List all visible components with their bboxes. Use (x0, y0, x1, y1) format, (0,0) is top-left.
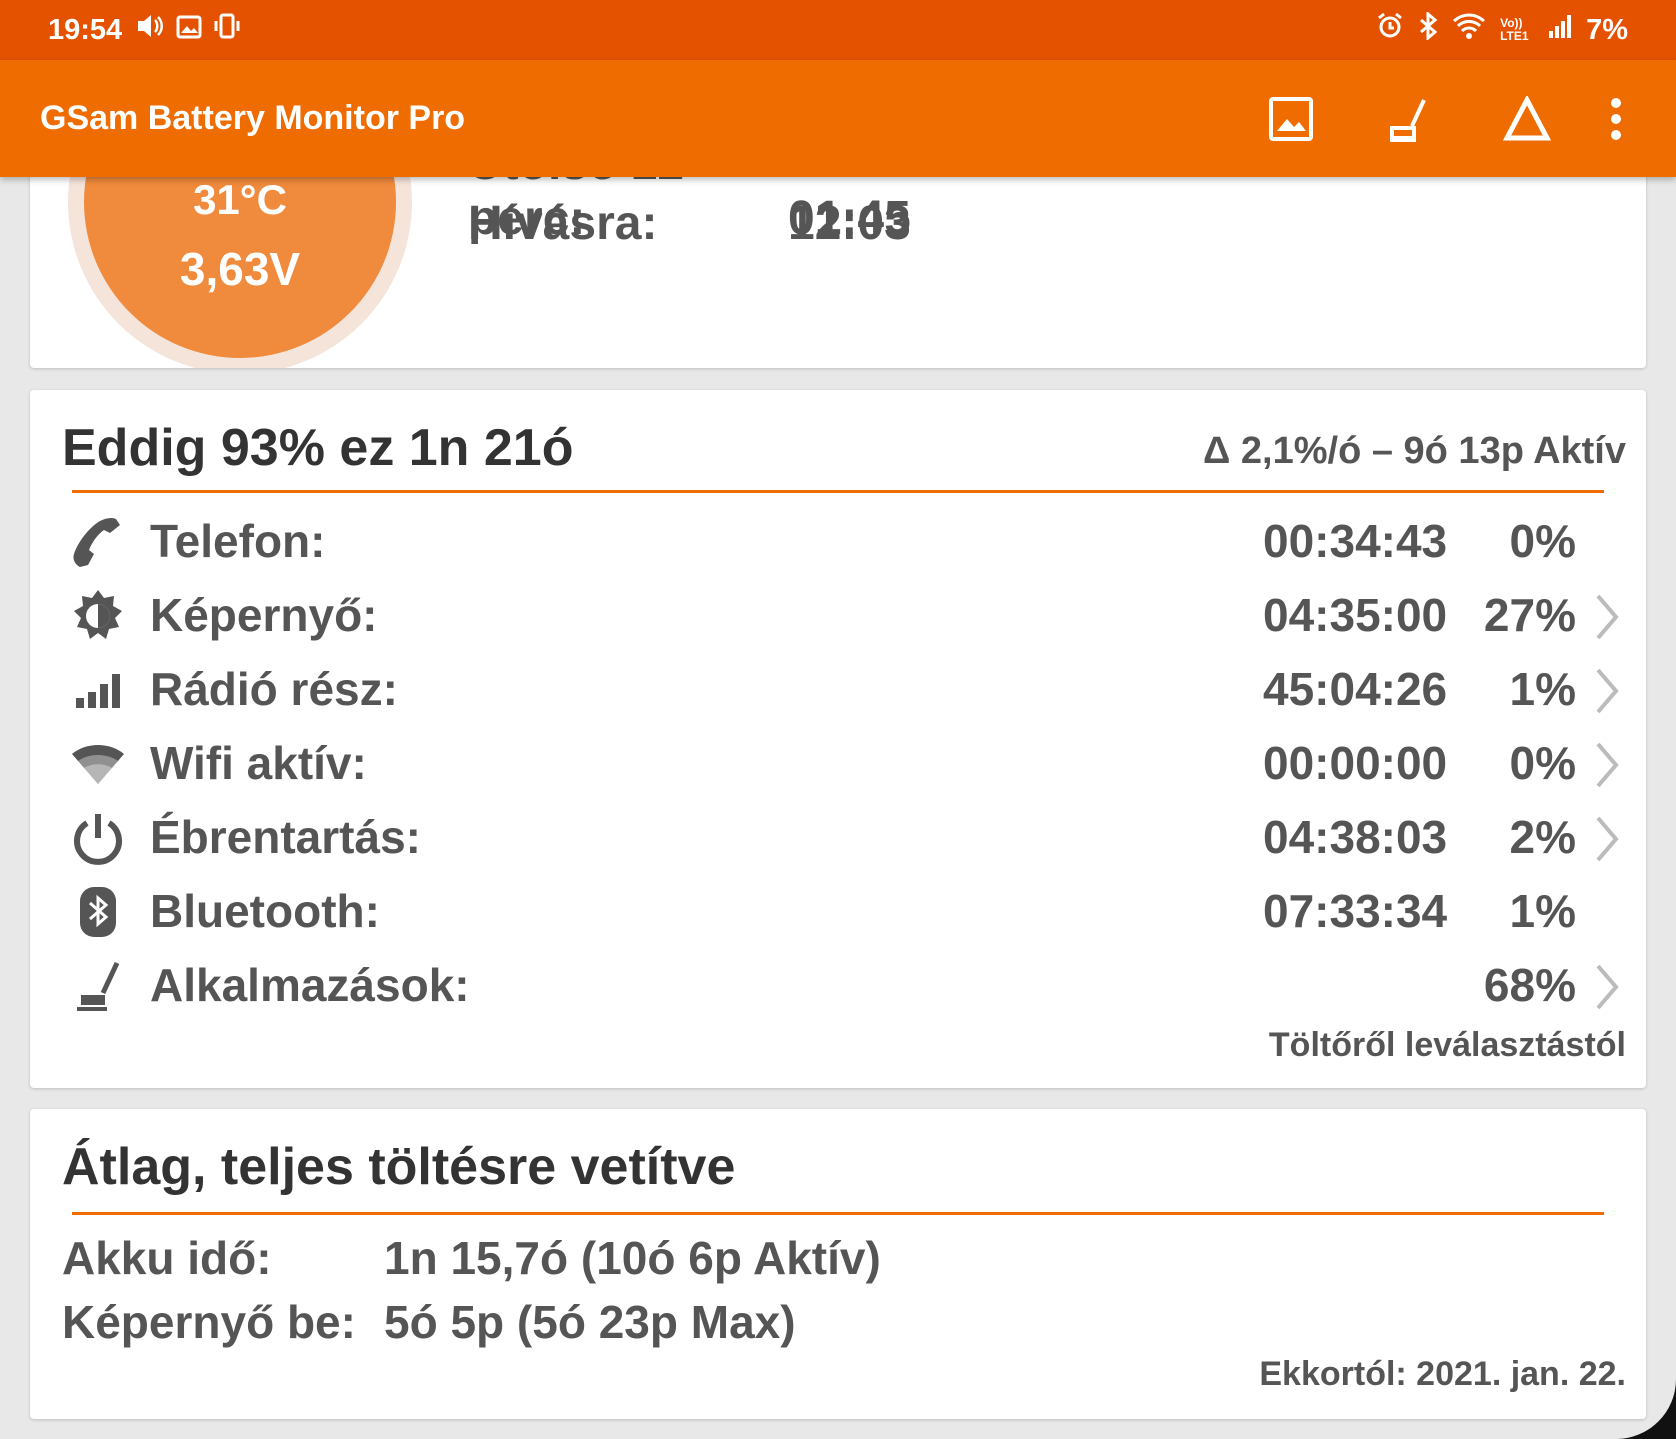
volte-icon: Vo)) LTE1 (1500, 16, 1529, 43)
row-percent: 0% (1509, 737, 1576, 789)
usage-row-phone: Telefon: 00:34:43 0% (30, 508, 1646, 574)
chevron-right-icon (1596, 964, 1619, 1010)
usage-row-wifi[interactable]: Wifi aktív: 00:00:00 0% (30, 730, 1646, 796)
bluetooth-icon (1418, 10, 1438, 48)
power-icon (70, 810, 126, 866)
chevron-right-icon (1596, 668, 1619, 714)
average-card: Átlag, teljes töltésre vetítve Akku idő:… (30, 1109, 1646, 1419)
row-label: Akku idő: (62, 1232, 272, 1284)
wifi-icon (1452, 12, 1486, 48)
alarm-icon (1376, 12, 1404, 48)
brightness-icon (70, 588, 126, 644)
apps-broom-icon (70, 958, 126, 1014)
app-toolbar: GSam Battery Monitor Pro (0, 60, 1676, 177)
row-label: Telefon: (150, 515, 326, 567)
delta-icon[interactable] (1468, 60, 1586, 177)
row-time: 04:35:00 (1263, 589, 1448, 641)
battery-time-row: Akku idő: 1n 15,7ó (10ó 6p Aktív) (62, 1231, 881, 1285)
divider (72, 490, 1604, 493)
status-time: 19:54 (48, 13, 123, 46)
row-time: 07:33:34 (1263, 885, 1448, 937)
usage-row-apps[interactable]: Alkalmazások: 68% (30, 952, 1646, 1018)
row-label: Hívásra: (468, 197, 658, 250)
summary-card: 31°C 3,63V Utolsó 12 perc:01:45 Hívásra:… (30, 150, 1646, 368)
row-label: Bluetooth: (150, 885, 380, 937)
chevron-right-icon (1596, 742, 1619, 788)
battery-gauge[interactable]: 31°C 3,63V (68, 150, 412, 368)
signal-icon (1548, 13, 1572, 47)
status-bar: 19:54 Vo)) LTE1 7% (0, 0, 1676, 60)
wifi-icon (70, 736, 126, 792)
usage-row-bluetooth: Bluetooth: 07:33:34 1% (30, 878, 1646, 944)
row-value: 1n 15,7ó (10ó 6p Aktív) (384, 1232, 881, 1284)
row-time: 00:34:43 (1263, 515, 1448, 567)
chevron-right-icon (1596, 816, 1619, 862)
row-label: Ébrentartás: (150, 811, 421, 863)
since-date-note: Ekkortól: 2021. jan. 22. (1259, 1355, 1626, 1393)
row-label: Wifi aktív: (150, 737, 367, 789)
image-notification-icon (176, 14, 202, 47)
row-percent: 1% (1509, 885, 1576, 937)
row-label: Rádió rész: (150, 663, 398, 715)
usage-title: Eddig 93% ez 1n 21ó (62, 419, 574, 477)
call-time-row: Hívásra: 12:03 (468, 196, 911, 251)
signal-bars-icon (70, 662, 126, 718)
average-title: Átlag, teljes töltésre vetítve (62, 1138, 736, 1196)
screen-on-row: Képernyő be: 5ó 5p (5ó 23p Max) (62, 1295, 796, 1349)
row-time: 04:38:03 (1263, 811, 1448, 863)
row-time: 45:04:26 (1263, 663, 1448, 715)
phone-icon (70, 514, 126, 570)
since-unplugged-note: Töltőről leválasztástól (1268, 1026, 1626, 1064)
divider (72, 1212, 1604, 1215)
gauge-temperature: 31°C (193, 176, 287, 223)
usage-rate: Δ 2,1%/ó – 9ó 13p Aktív (1203, 430, 1626, 472)
chevron-right-icon (1596, 594, 1619, 640)
row-percent: 0% (1509, 515, 1576, 567)
row-percent: 68% (1483, 959, 1576, 1011)
row-time: 00:00:00 (1263, 737, 1448, 789)
row-label: Képernyő: (150, 589, 378, 641)
battery-percent: 7% (1586, 13, 1628, 46)
row-percent: 27% (1483, 589, 1576, 641)
row-value: 12:03 (788, 197, 911, 250)
usage-card: Eddig 93% ez 1n 21ó Δ 2,1%/ó – 9ó 13p Ak… (30, 390, 1646, 1088)
usage-row-wakelock[interactable]: Ébrentartás: 04:38:03 2% (30, 804, 1646, 870)
vibrate-icon (214, 13, 240, 47)
app-title: GSam Battery Monitor Pro (40, 99, 466, 137)
app-frame: 19:54 Vo)) LTE1 7% 31°C 3,63V perc: 01:4… (0, 0, 1676, 1439)
screenshot-icon[interactable] (1232, 60, 1350, 177)
gauge-voltage: 3,63V (179, 243, 301, 295)
bluetooth-icon (70, 884, 126, 940)
usage-row-screen[interactable]: Képernyő: 04:35:00 27% (30, 582, 1646, 648)
app-usage-icon[interactable] (1350, 60, 1468, 177)
row-value: 5ó 5p (5ó 23p Max) (384, 1296, 796, 1348)
usage-row-radio[interactable]: Rádió rész: 45:04:26 1% (30, 656, 1646, 722)
volume-icon (136, 13, 164, 47)
more-options-icon[interactable] (1586, 60, 1646, 177)
row-label: Képernyő be: (62, 1296, 356, 1348)
row-label: Alkalmazások: (150, 959, 470, 1011)
row-percent: 1% (1509, 663, 1576, 715)
row-percent: 2% (1509, 811, 1576, 863)
